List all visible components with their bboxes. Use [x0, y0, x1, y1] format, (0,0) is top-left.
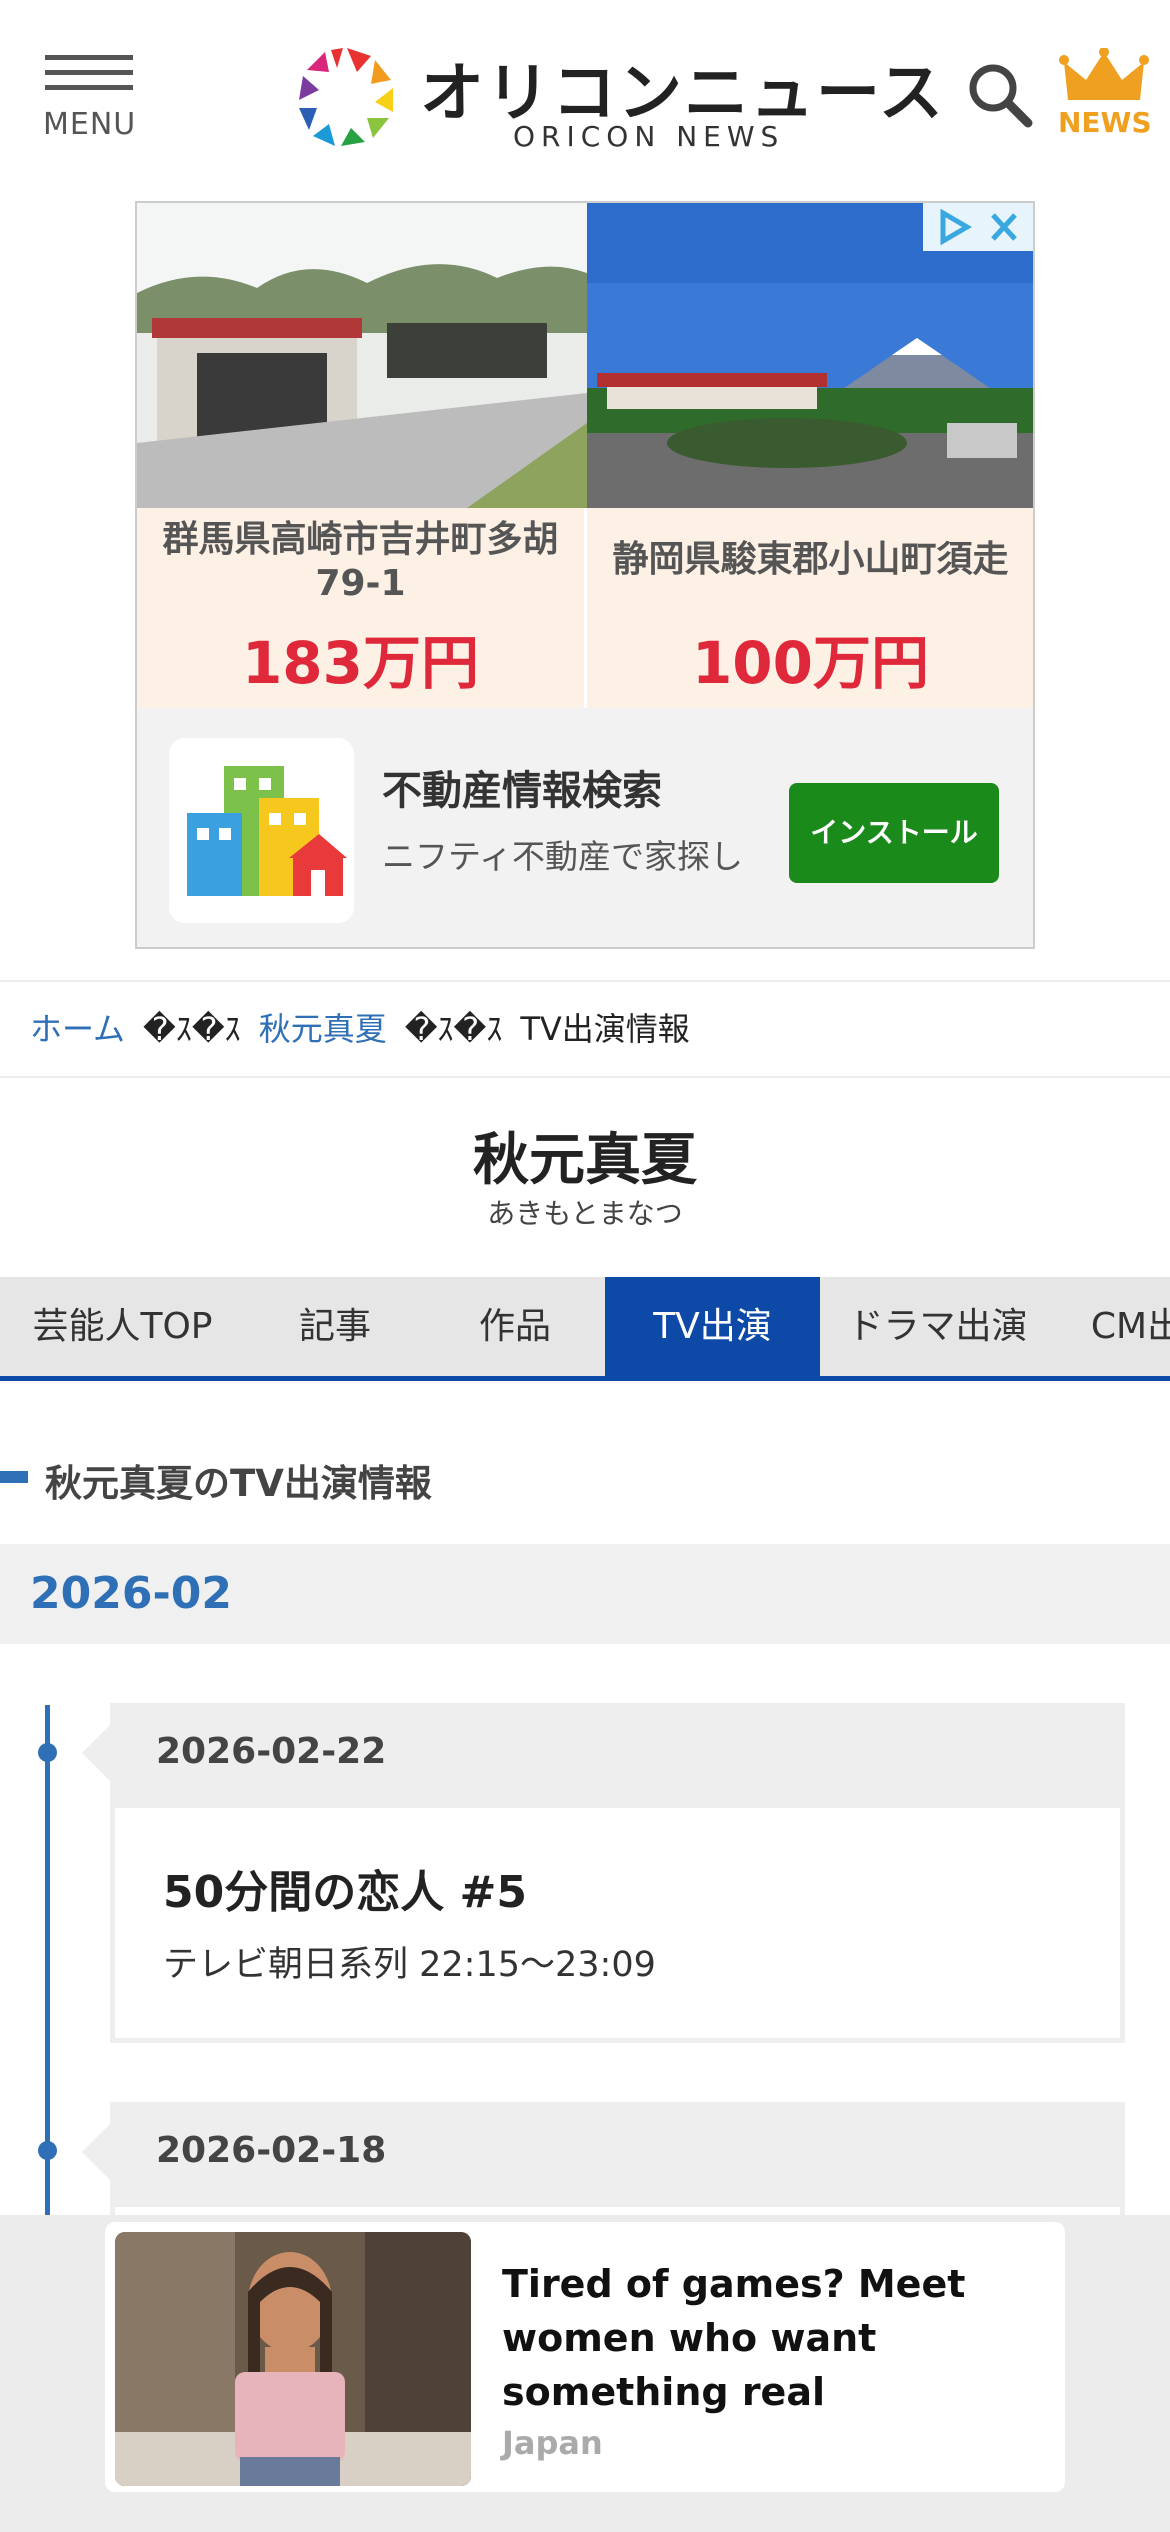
tab-celebrity-top[interactable]: 芸能人TOP: [0, 1277, 245, 1376]
site-header: MENU オリコンニュース ORICON NEWS NEWS: [0, 0, 1170, 190]
buildings-icon: [187, 766, 347, 896]
breadcrumb-home-link[interactable]: ホーム: [30, 1010, 125, 1048]
section-marker: [0, 1471, 28, 1483]
app-description: ニフティ不動産で家探し: [382, 837, 744, 876]
profile-tabs: 芸能人TOP 記事 作品 TV出演 ドラマ出演 CM出演: [0, 1277, 1170, 1381]
timeline-dot: [38, 2141, 57, 2160]
news-label: NEWS: [1058, 106, 1152, 139]
breadcrumb-current: TV出演情報: [520, 1010, 690, 1048]
oricon-news-logo[interactable]: オリコンニュース ORICON NEWS: [295, 42, 943, 157]
program-title: 50分間の恋人 #5: [163, 1867, 528, 1918]
ad-choices-icon: [940, 208, 1017, 246]
app-icon: [169, 738, 354, 923]
listing-photo-garage[interactable]: [137, 203, 587, 508]
breadcrumb-separator: �ｽ�ｽ: [404, 1010, 503, 1048]
entry-date-header: 2026-02-18: [82, 2102, 1125, 2202]
promo-image: [115, 2232, 471, 2486]
tab-articles[interactable]: 記事: [245, 1277, 425, 1376]
ad-choices[interactable]: [923, 203, 1033, 251]
promo-source: Japan: [502, 2424, 603, 2462]
news-ranking-button[interactable]: NEWS: [1058, 47, 1152, 143]
breadcrumb: ホーム �ｽ�ｽ 秋元真夏 �ｽ�ｽ TV出演情報: [0, 980, 1170, 1078]
crown-icon: [1059, 47, 1149, 100]
date-pointer: [82, 2124, 110, 2180]
timeline-dot: [38, 1743, 57, 1762]
entry-date: 2026-02-22: [156, 1731, 387, 1772]
breadcrumb-separator: �ｽ�ｽ: [143, 1010, 241, 1048]
app-title: 不動産情報検索: [382, 768, 662, 814]
search-icon: [969, 64, 1033, 128]
date-pointer: [82, 1725, 110, 1781]
promo-headline[interactable]: Tired of games? Meet women who want some…: [502, 2257, 1022, 2419]
name-reading: あきもとまなつ: [487, 1197, 683, 1230]
entry-date: 2026-02-18: [156, 2130, 387, 2171]
install-button[interactable]: インストール: [789, 783, 999, 883]
garage-photo: [137, 203, 587, 508]
tab-tv-appearances[interactable]: TV出演: [605, 1277, 820, 1376]
tv-appearance-card[interactable]: 50分間の恋人 #5 テレビ朝日系列 22:15〜23:09: [110, 1803, 1125, 2043]
sponsored-promo[interactable]: Tired of games? Meet women who want some…: [105, 2222, 1065, 2492]
entry-date-header: 2026-02-22: [82, 1703, 1125, 1803]
advertisement[interactable]: 群馬県高崎市吉井町多胡79-1 183万円 静岡県駿東郡小山町須走 100万円: [135, 201, 1035, 949]
breadcrumb-celebrity-link[interactable]: 秋元真夏: [259, 1010, 387, 1048]
tab-cm-appearances[interactable]: CM出演: [1055, 1277, 1170, 1376]
tab-drama-appearances[interactable]: ドラマ出演: [820, 1277, 1055, 1376]
app-promo[interactable]: 不動産情報検索 ニフティ不動産で家探し インストール: [137, 708, 1033, 947]
logo-subtitle: ORICON NEWS: [513, 120, 785, 153]
search-button[interactable]: [965, 60, 1035, 130]
menu-icon-bar: [45, 70, 133, 75]
page-title: 秋元真夏: [473, 1128, 697, 1193]
menu-icon-bar: [45, 55, 133, 60]
listing-address: 群馬県高崎市吉井町多胡79-1: [162, 519, 559, 604]
listing-right[interactable]: 静岡県駿東郡小山町須走 100万円: [587, 508, 1033, 708]
menu-button[interactable]: MENU: [40, 55, 140, 145]
section-heading: 秋元真夏のTV出演情報: [0, 1445, 1170, 1505]
oricon-logo-icon: [299, 48, 393, 146]
listing-price: 183万円: [241, 629, 480, 697]
tab-works[interactable]: 作品: [425, 1277, 605, 1376]
section-title: 秋元真夏のTV出演情報: [45, 1462, 432, 1505]
program-broadcast: テレビ朝日系列 22:15〜23:09: [163, 1945, 656, 1985]
month-label: 2026-02: [30, 1568, 232, 1619]
listing-price: 100万円: [691, 629, 930, 697]
month-header: 2026-02: [0, 1544, 1170, 1644]
listing-left[interactable]: 群馬県高崎市吉井町多胡79-1 183万円: [137, 508, 584, 708]
menu-icon-bar: [45, 85, 133, 90]
listing-address: 静岡県駿東郡小山町須走: [612, 539, 1009, 580]
promo-photo[interactable]: [115, 2232, 471, 2486]
menu-label: MENU: [43, 107, 137, 142]
